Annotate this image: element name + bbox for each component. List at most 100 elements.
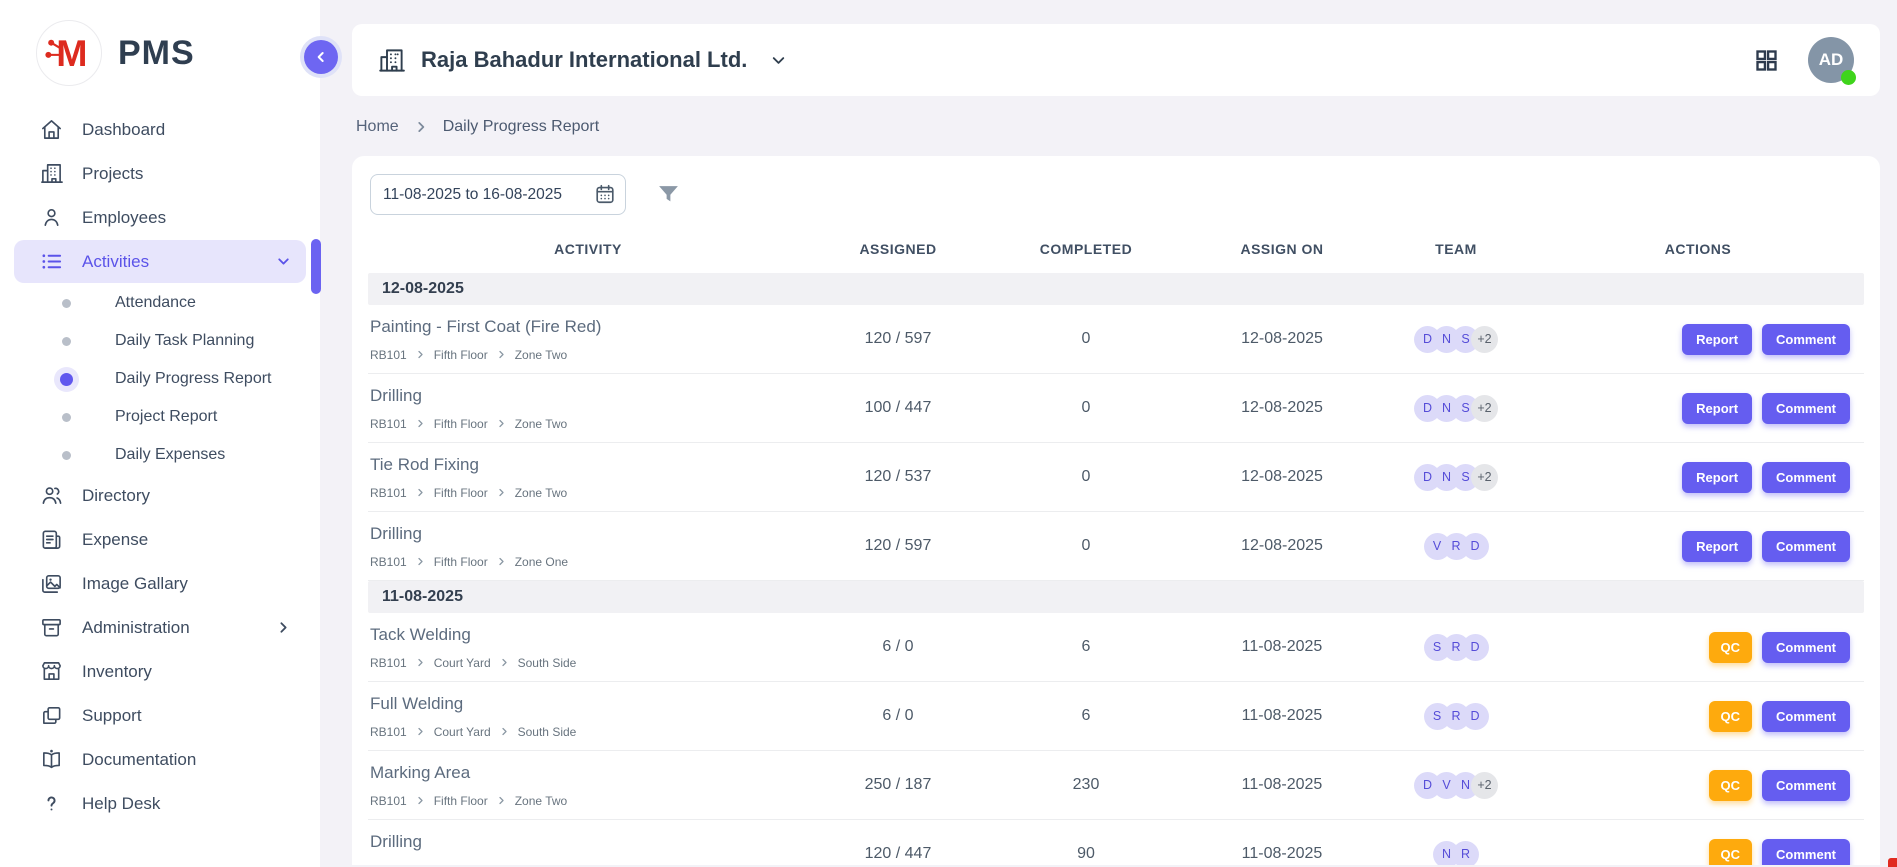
apps-grid-button[interactable] (1753, 47, 1780, 74)
chevron-right-icon (500, 727, 509, 736)
chevron-right-icon (497, 350, 506, 359)
date-range-input[interactable] (370, 174, 626, 215)
sidebar-item-projects[interactable]: Projects (14, 152, 306, 195)
sidebar-subitem-label: Daily Expenses (115, 446, 225, 464)
assigned-value: 120 / 597 (808, 537, 988, 555)
sidebar-item-documentation[interactable]: Documentation (14, 738, 306, 781)
team-member-avatar: D (1462, 703, 1489, 730)
assign-on-date: 12-08-2025 (1184, 330, 1380, 348)
comment-button[interactable]: Comment (1762, 770, 1850, 801)
company-selector[interactable]: Raja Bahadur International Ltd. (378, 47, 788, 74)
qc-button[interactable]: QC (1709, 632, 1753, 663)
qc-button[interactable]: QC (1709, 839, 1753, 866)
bullet-icon (62, 337, 71, 346)
team-more-badge[interactable]: +2 (1471, 772, 1498, 799)
activity-title: Full Welding (370, 694, 808, 714)
sidebar-item-help-desk[interactable]: Help Desk (14, 782, 306, 825)
chevron-right-icon (275, 619, 292, 636)
comment-button[interactable]: Comment (1762, 701, 1850, 732)
chevron-right-icon (416, 419, 425, 428)
sidebar-item-label: Image Gallary (82, 574, 188, 594)
table-row: Drilling RB101Fifth FloorZone Two 120 / … (368, 820, 1864, 865)
sidebar-collapse-button[interactable] (304, 40, 338, 74)
sidebar-item-dashboard[interactable]: Dashboard (14, 108, 306, 151)
chevron-right-icon (497, 488, 506, 497)
sidebar: M PMS Dashboard Projects Employees Activ… (0, 0, 320, 867)
report-button[interactable]: Report (1682, 324, 1752, 355)
location-path-segment: Zone Two (515, 417, 567, 431)
receipt-icon (40, 528, 63, 551)
table-header-row: ACTIVITY ASSIGNED COMPLETED ASSIGN ON TE… (368, 233, 1864, 273)
list-icon (40, 250, 63, 273)
image-icon (40, 572, 63, 595)
bullet-icon (62, 299, 71, 308)
completed-value: 90 (988, 845, 1184, 863)
column-header-activity: ACTIVITY (368, 241, 808, 257)
avatar-initials: AD (1819, 50, 1844, 70)
sidebar-item-inventory[interactable]: Inventory (14, 650, 306, 693)
team-more-badge[interactable]: +2 (1471, 464, 1498, 491)
comment-button[interactable]: Comment (1762, 393, 1850, 424)
sidebar-subitem-project-report[interactable]: Project Report (14, 398, 306, 436)
location-path-segment: Fifth Floor (434, 417, 488, 431)
table-row: Drilling RB101Fifth FloorZone One 120 / … (368, 512, 1864, 581)
report-button[interactable]: Report (1682, 462, 1752, 493)
sidebar-subitem-daily-expenses[interactable]: Daily Expenses (14, 436, 306, 474)
assign-on-date: 12-08-2025 (1184, 537, 1380, 555)
sidebar-item-support[interactable]: Support (14, 694, 306, 737)
comment-button[interactable]: Comment (1762, 462, 1850, 493)
activity-location-path: RB101Fifth FloorZone Two (370, 486, 808, 500)
progress-report-table: ACTIVITY ASSIGNED COMPLETED ASSIGN ON TE… (368, 233, 1864, 865)
comment-button[interactable]: Comment (1762, 531, 1850, 562)
copies-icon (40, 704, 63, 727)
breadcrumb-home-link[interactable]: Home (356, 118, 399, 136)
user-avatar[interactable]: AD (1808, 37, 1854, 83)
main-area: Raja Bahadur International Ltd. AD Home … (320, 0, 1897, 867)
sidebar-subitem-attendance[interactable]: Attendance (14, 284, 306, 322)
location-path-segment: Fifth Floor (434, 863, 488, 866)
qc-button[interactable]: QC (1709, 770, 1753, 801)
team-more-badge[interactable]: +2 (1471, 395, 1498, 422)
sidebar-item-employees[interactable]: Employees (14, 196, 306, 239)
assigned-value: 250 / 187 (808, 776, 988, 794)
chevron-right-icon (500, 658, 509, 667)
location-path-segment: Fifth Floor (434, 348, 488, 362)
comment-button[interactable]: Comment (1762, 324, 1850, 355)
sidebar-item-expense[interactable]: Expense (14, 518, 306, 561)
sidebar-item-activities[interactable]: Activities (14, 240, 306, 283)
location-path-segment: RB101 (370, 725, 407, 739)
row-actions: QC Comment (1532, 839, 1864, 866)
filter-button[interactable] (656, 182, 681, 207)
table-row: Drilling RB101Fifth FloorZone Two 100 / … (368, 374, 1864, 443)
row-actions: Report Comment (1532, 531, 1864, 562)
sidebar-item-administration[interactable]: Administration (14, 606, 306, 649)
completed-value: 0 (988, 537, 1184, 555)
chevron-right-icon (416, 557, 425, 566)
report-button[interactable]: Report (1682, 531, 1752, 562)
sidebar-item-label: Documentation (82, 750, 196, 770)
location-path-segment: South Side (518, 656, 577, 670)
sidebar-subitem-daily-progress-report[interactable]: Daily Progress Report (14, 360, 306, 398)
sidebar-item-directory[interactable]: Directory (14, 474, 306, 517)
date-group-header: 11-08-2025 (368, 581, 1864, 613)
report-button[interactable]: Report (1682, 393, 1752, 424)
activity-location-path: RB101Fifth FloorZone Two (370, 794, 808, 808)
chevron-right-icon (414, 120, 428, 134)
team-avatars: VRD (1380, 533, 1532, 560)
sidebar-subitem-label: Attendance (115, 294, 196, 312)
sidebar-subitem-daily-task-planning[interactable]: Daily Task Planning (14, 322, 306, 360)
qc-button[interactable]: QC (1709, 701, 1753, 732)
assigned-value: 120 / 447 (808, 845, 988, 863)
table-row: Tie Rod Fixing RB101Fifth FloorZone Two … (368, 443, 1864, 512)
column-header-assigned: ASSIGNED (808, 241, 988, 257)
comment-button[interactable]: Comment (1762, 632, 1850, 663)
sidebar-item-label: Dashboard (82, 120, 165, 140)
comment-button[interactable]: Comment (1762, 839, 1850, 866)
archive-icon (40, 616, 63, 639)
chevron-right-icon (497, 796, 506, 805)
column-header-assign-on: ASSIGN ON (1184, 241, 1380, 257)
activity-location-path: RB101Fifth FloorZone Two (370, 348, 808, 362)
sidebar-item-label: Projects (82, 164, 143, 184)
sidebar-item-image-gallary[interactable]: Image Gallary (14, 562, 306, 605)
team-more-badge[interactable]: +2 (1471, 326, 1498, 353)
